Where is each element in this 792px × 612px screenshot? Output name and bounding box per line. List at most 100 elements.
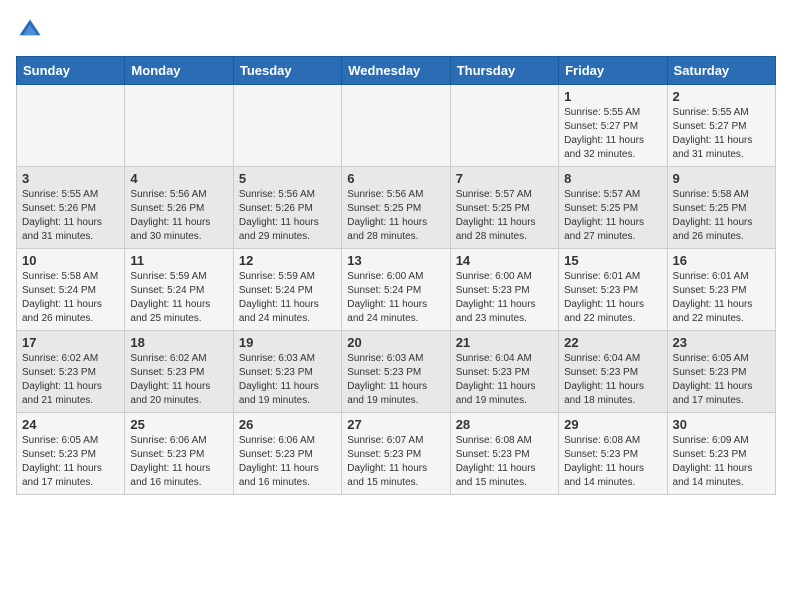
day-number: 3	[22, 171, 119, 186]
day-info: Sunrise: 6:06 AM Sunset: 5:23 PM Dayligh…	[239, 434, 336, 490]
day-info: Sunrise: 6:02 AM Sunset: 5:23 PM Dayligh…	[130, 352, 227, 408]
day-number: 6	[347, 171, 444, 186]
day-info: Sunrise: 5:55 AM Sunset: 5:27 PM Dayligh…	[564, 106, 661, 162]
header-friday: Friday	[559, 57, 667, 85]
calendar-cell: 29 Sunrise: 6:08 AM Sunset: 5:23 PM Dayli…	[559, 413, 667, 495]
calendar-cell: 2 Sunrise: 5:55 AM Sunset: 5:27 PM Daylig…	[667, 85, 775, 167]
calendar-cell: 30 Sunrise: 6:09 AM Sunset: 5:23 PM Dayli…	[667, 413, 775, 495]
header-monday: Monday	[125, 57, 233, 85]
calendar-cell: 16 Sunrise: 6:01 AM Sunset: 5:23 PM Dayli…	[667, 249, 775, 331]
calendar-cell: 11 Sunrise: 5:59 AM Sunset: 5:24 PM Dayli…	[125, 249, 233, 331]
calendar-cell: 9 Sunrise: 5:58 AM Sunset: 5:25 PM Daylig…	[667, 167, 775, 249]
calendar-cell: 5Sunrise: 5:56 AM Sunset: 5:26 PM Daylig…	[233, 167, 341, 249]
day-number: 10	[22, 253, 119, 268]
day-number: 12	[239, 253, 336, 268]
day-info: Sunrise: 5:57 AM Sunset: 5:25 PM Dayligh…	[564, 188, 661, 244]
day-number: 18	[130, 335, 227, 350]
calendar-cell: 18 Sunrise: 6:02 AM Sunset: 5:23 PM Dayli…	[125, 331, 233, 413]
day-info: Sunrise: 5:59 AM Sunset: 5:24 PM Dayligh…	[239, 270, 336, 326]
day-number: 20	[347, 335, 444, 350]
day-info: Sunrise: 6:03 AM Sunset: 5:23 PM Dayligh…	[239, 352, 336, 408]
day-number: 16	[673, 253, 770, 268]
header-tuesday: Tuesday	[233, 57, 341, 85]
day-number: 21	[456, 335, 553, 350]
day-number: 13	[347, 253, 444, 268]
day-info: Sunrise: 6:08 AM Sunset: 5:23 PM Dayligh…	[564, 434, 661, 490]
calendar-header-row: SundayMondayTuesdayWednesdayThursdayFrid…	[17, 57, 776, 85]
day-info: Sunrise: 6:00 AM Sunset: 5:23 PM Dayligh…	[456, 270, 553, 326]
day-info: Sunrise: 6:03 AM Sunset: 5:23 PM Dayligh…	[347, 352, 444, 408]
day-number: 1	[564, 89, 661, 104]
day-number: 15	[564, 253, 661, 268]
calendar-cell: 7Sunrise: 5:57 AM Sunset: 5:25 PM Daylig…	[450, 167, 558, 249]
day-info: Sunrise: 5:55 AM Sunset: 5:26 PM Dayligh…	[22, 188, 119, 244]
day-number: 7	[456, 171, 553, 186]
day-info: Sunrise: 5:56 AM Sunset: 5:25 PM Dayligh…	[347, 188, 444, 244]
day-info: Sunrise: 5:56 AM Sunset: 5:26 PM Dayligh…	[239, 188, 336, 244]
day-number: 2	[673, 89, 770, 104]
day-number: 30	[673, 417, 770, 432]
calendar-cell: 6 Sunrise: 5:56 AM Sunset: 5:25 PM Daylig…	[342, 167, 450, 249]
day-info: Sunrise: 6:01 AM Sunset: 5:23 PM Dayligh…	[564, 270, 661, 326]
calendar-cell: 26 Sunrise: 6:06 AM Sunset: 5:23 PM Dayli…	[233, 413, 341, 495]
calendar-cell: 23 Sunrise: 6:05 AM Sunset: 5:23 PM Dayli…	[667, 331, 775, 413]
day-number: 29	[564, 417, 661, 432]
day-number: 24	[22, 417, 119, 432]
week-row-1: 1 Sunrise: 5:55 AM Sunset: 5:27 PM Daylig…	[17, 85, 776, 167]
day-info: Sunrise: 6:04 AM Sunset: 5:23 PM Dayligh…	[564, 352, 661, 408]
calendar-cell: 8 Sunrise: 5:57 AM Sunset: 5:25 PM Daylig…	[559, 167, 667, 249]
day-number: 19	[239, 335, 336, 350]
calendar-cell: 13 Sunrise: 6:00 AM Sunset: 5:24 PM Dayli…	[342, 249, 450, 331]
header-sunday: Sunday	[17, 57, 125, 85]
calendar-cell: 27 Sunrise: 6:07 AM Sunset: 5:23 PM Dayli…	[342, 413, 450, 495]
calendar-cell: 1 Sunrise: 5:55 AM Sunset: 5:27 PM Daylig…	[559, 85, 667, 167]
day-number: 28	[456, 417, 553, 432]
calendar-cell: 20 Sunrise: 6:03 AM Sunset: 5:23 PM Dayli…	[342, 331, 450, 413]
day-info: Sunrise: 5:58 AM Sunset: 5:24 PM Dayligh…	[22, 270, 119, 326]
calendar-cell: 19 Sunrise: 6:03 AM Sunset: 5:23 PM Dayli…	[233, 331, 341, 413]
calendar-cell	[342, 85, 450, 167]
day-number: 9	[673, 171, 770, 186]
calendar-cell	[125, 85, 233, 167]
day-number: 11	[130, 253, 227, 268]
day-number: 8	[564, 171, 661, 186]
week-row-2: 3 Sunrise: 5:55 AM Sunset: 5:26 PM Daylig…	[17, 167, 776, 249]
day-number: 25	[130, 417, 227, 432]
calendar-cell: 4Sunrise: 5:56 AM Sunset: 5:26 PM Daylig…	[125, 167, 233, 249]
calendar-cell: 10 Sunrise: 5:58 AM Sunset: 5:24 PM Dayli…	[17, 249, 125, 331]
day-info: Sunrise: 6:06 AM Sunset: 5:23 PM Dayligh…	[130, 434, 227, 490]
logo-icon	[16, 16, 44, 44]
page-header	[16, 16, 776, 44]
calendar-cell: 24 Sunrise: 6:05 AM Sunset: 5:23 PM Dayli…	[17, 413, 125, 495]
week-row-3: 10 Sunrise: 5:58 AM Sunset: 5:24 PM Dayli…	[17, 249, 776, 331]
day-number: 27	[347, 417, 444, 432]
day-info: Sunrise: 6:05 AM Sunset: 5:23 PM Dayligh…	[673, 352, 770, 408]
day-number: 17	[22, 335, 119, 350]
day-info: Sunrise: 5:55 AM Sunset: 5:27 PM Dayligh…	[673, 106, 770, 162]
day-info: Sunrise: 6:01 AM Sunset: 5:23 PM Dayligh…	[673, 270, 770, 326]
day-info: Sunrise: 6:00 AM Sunset: 5:24 PM Dayligh…	[347, 270, 444, 326]
day-info: Sunrise: 5:58 AM Sunset: 5:25 PM Dayligh…	[673, 188, 770, 244]
calendar-cell: 28 Sunrise: 6:08 AM Sunset: 5:23 PM Dayli…	[450, 413, 558, 495]
calendar-cell: 12 Sunrise: 5:59 AM Sunset: 5:24 PM Dayli…	[233, 249, 341, 331]
calendar-cell	[17, 85, 125, 167]
day-info: Sunrise: 6:08 AM Sunset: 5:23 PM Dayligh…	[456, 434, 553, 490]
day-info: Sunrise: 6:07 AM Sunset: 5:23 PM Dayligh…	[347, 434, 444, 490]
calendar-cell: 25 Sunrise: 6:06 AM Sunset: 5:23 PM Dayli…	[125, 413, 233, 495]
week-row-4: 17 Sunrise: 6:02 AM Sunset: 5:23 PM Dayli…	[17, 331, 776, 413]
calendar-cell: 3 Sunrise: 5:55 AM Sunset: 5:26 PM Daylig…	[17, 167, 125, 249]
calendar-cell: 22 Sunrise: 6:04 AM Sunset: 5:23 PM Dayli…	[559, 331, 667, 413]
day-info: Sunrise: 6:02 AM Sunset: 5:23 PM Dayligh…	[22, 352, 119, 408]
day-info: Sunrise: 6:09 AM Sunset: 5:23 PM Dayligh…	[673, 434, 770, 490]
calendar-cell	[450, 85, 558, 167]
day-number: 23	[673, 335, 770, 350]
calendar-cell: 21Sunrise: 6:04 AM Sunset: 5:23 PM Dayli…	[450, 331, 558, 413]
header-wednesday: Wednesday	[342, 57, 450, 85]
header-thursday: Thursday	[450, 57, 558, 85]
calendar-cell: 14 Sunrise: 6:00 AM Sunset: 5:23 PM Dayli…	[450, 249, 558, 331]
day-number: 14	[456, 253, 553, 268]
day-info: Sunrise: 5:59 AM Sunset: 5:24 PM Dayligh…	[130, 270, 227, 326]
day-info: Sunrise: 6:05 AM Sunset: 5:23 PM Dayligh…	[22, 434, 119, 490]
day-number: 26	[239, 417, 336, 432]
day-number: 22	[564, 335, 661, 350]
